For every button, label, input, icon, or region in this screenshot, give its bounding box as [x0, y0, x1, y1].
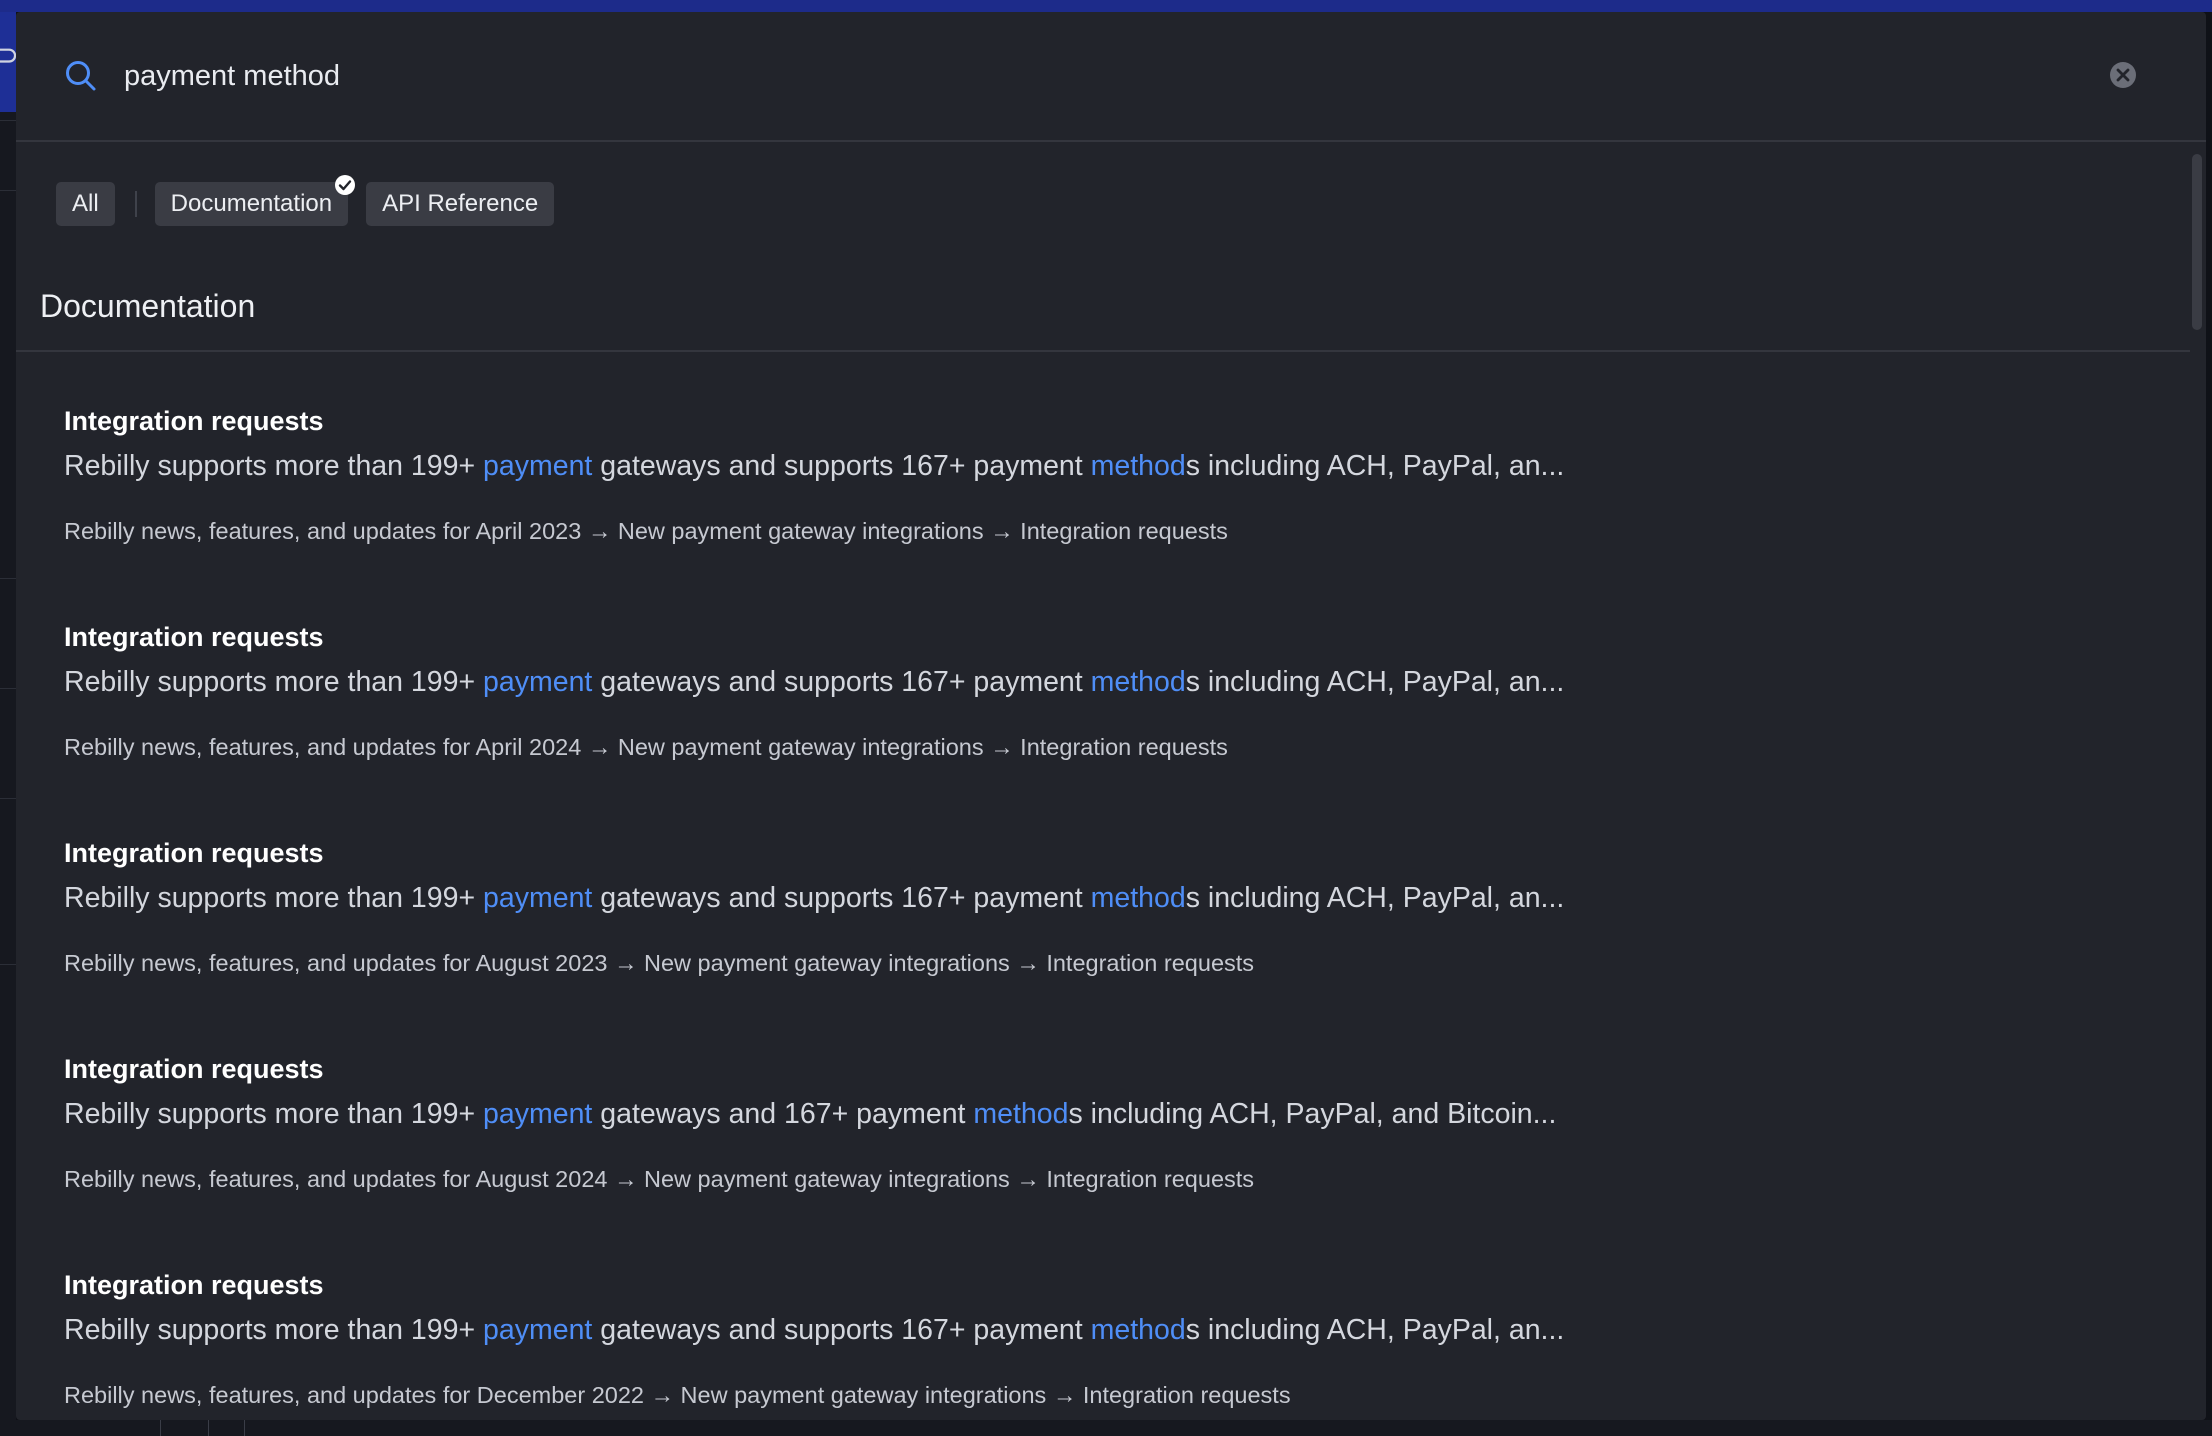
snippet-text: gateways and supports 167+ payment — [592, 666, 1091, 698]
result-title: Integration requests — [64, 406, 324, 436]
snippet-highlight: method — [973, 1098, 1069, 1130]
result-snippet: Rebilly supports more than 199+ payment … — [64, 882, 1564, 915]
background-divider — [0, 798, 16, 799]
search-icon — [63, 58, 99, 94]
result-title: Integration requests — [64, 622, 324, 652]
results-list: Integration requests Rebilly supports mo… — [64, 392, 2144, 1420]
snippet-highlight: payment — [483, 1098, 593, 1130]
snippet-text: Rebilly supports more than 199+ — [64, 1314, 484, 1346]
clear-search-button[interactable] — [2108, 60, 2138, 90]
check-circle-icon — [334, 174, 356, 196]
background-divider — [0, 964, 16, 965]
filter-chip-api-reference[interactable]: API Reference — [366, 182, 555, 226]
search-input[interactable] — [124, 52, 2024, 100]
result-snippet: Rebilly supports more than 199+ payment … — [64, 666, 1564, 699]
result-breadcrumb: Rebilly news, features, and updates for … — [64, 950, 1255, 976]
snippet-text: gateways and supports 167+ payment — [592, 882, 1091, 914]
search-result[interactable]: Integration requests Rebilly supports mo… — [64, 1040, 2144, 1256]
background-divider — [0, 688, 16, 689]
snippet-text: gateways and supports 167+ payment — [592, 450, 1091, 482]
background-divider — [244, 1420, 245, 1436]
filter-chip-label: API Reference — [382, 190, 539, 217]
snippet-highlight: method — [1090, 666, 1186, 698]
app-top-bar — [0, 0, 2212, 12]
filter-chips: All Documentation API Reference — [56, 175, 555, 226]
background-divider — [0, 190, 16, 191]
result-breadcrumb: Rebilly news, features, and updates for … — [64, 1382, 1291, 1408]
snippet-text: s including ACH, PayPal, an... — [1185, 666, 1565, 698]
section-title: Documentation — [40, 288, 256, 324]
snippet-highlight: method — [1090, 882, 1186, 914]
result-title: Integration requests — [64, 838, 324, 868]
result-snippet: Rebilly supports more than 199+ payment … — [64, 450, 1564, 483]
filter-chip-label: All — [72, 190, 99, 217]
clear-icon — [2110, 62, 2136, 88]
search-result[interactable]: Integration requests Rebilly supports mo… — [64, 824, 2144, 1040]
snippet-text: Rebilly supports more than 199+ — [64, 450, 484, 482]
snippet-text: Rebilly supports more than 199+ — [64, 882, 484, 914]
snippet-text: gateways and supports 167+ payment — [592, 1314, 1091, 1346]
filter-chip-label: Documentation — [170, 190, 333, 217]
section-divider — [16, 350, 2190, 352]
snippet-highlight: method — [1090, 450, 1186, 482]
snippet-text: gateways and 167+ payment — [592, 1098, 974, 1130]
search-result[interactable]: Integration requests Rebilly supports mo… — [64, 1256, 2144, 1420]
background-app-edge: ⊃ — [0, 12, 19, 1436]
result-title: Integration requests — [64, 1270, 324, 1300]
scroll-thumb[interactable] — [2192, 154, 2202, 330]
snippet-text: s including ACH, PayPal, an... — [1185, 1314, 1565, 1346]
result-breadcrumb: Rebilly news, features, and updates for … — [64, 518, 1228, 544]
search-modal: All Documentation API Reference Document… — [16, 12, 2206, 1420]
search-bar — [16, 12, 2206, 142]
result-snippet: Rebilly supports more than 199+ payment … — [64, 1098, 1556, 1131]
snippet-highlight: payment — [483, 882, 593, 914]
snippet-highlight: payment — [483, 666, 593, 698]
results-scrollbar[interactable] — [2188, 142, 2206, 1420]
result-breadcrumb: Rebilly news, features, and updates for … — [64, 1166, 1255, 1192]
background-divider — [0, 120, 16, 121]
filter-separator — [134, 191, 137, 217]
snippet-highlight: payment — [483, 450, 593, 482]
snippet-text: Rebilly supports more than 199+ — [64, 1098, 484, 1130]
result-snippet: Rebilly supports more than 199+ payment … — [64, 1314, 1564, 1347]
snippet-highlight: method — [1090, 1314, 1186, 1346]
snippet-text: s including ACH, PayPal, and Bitcoin... — [1068, 1098, 1557, 1130]
background-divider — [0, 578, 16, 579]
background-bottom-strip — [0, 1420, 2212, 1436]
filter-chip-all[interactable]: All — [56, 182, 115, 226]
snippet-text: s including ACH, PayPal, an... — [1185, 450, 1565, 482]
search-result[interactable]: Integration requests Rebilly supports mo… — [64, 608, 2144, 824]
snippet-highlight: payment — [483, 1314, 593, 1346]
search-result[interactable]: Integration requests Rebilly supports mo… — [64, 392, 2144, 608]
snippet-text: Rebilly supports more than 199+ — [64, 666, 484, 698]
background-divider — [208, 1420, 209, 1436]
result-title: Integration requests — [64, 1054, 324, 1084]
result-breadcrumb: Rebilly news, features, and updates for … — [64, 734, 1228, 760]
snippet-text: s including ACH, PayPal, an... — [1185, 882, 1565, 914]
background-divider — [160, 1420, 161, 1436]
filter-chip-documentation[interactable]: Documentation — [154, 175, 356, 226]
